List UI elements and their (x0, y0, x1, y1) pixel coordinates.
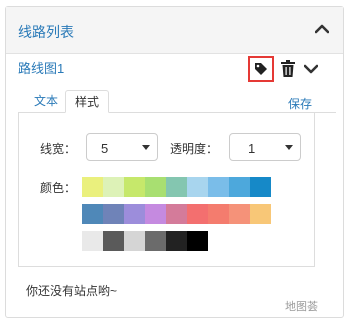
color-swatch[interactable] (124, 231, 145, 251)
color-swatch[interactable] (124, 204, 145, 224)
color-swatch[interactable] (145, 177, 166, 197)
color-swatch[interactable] (145, 204, 166, 224)
tab-style[interactable]: 样式 (65, 90, 109, 113)
color-swatch-row-3 (82, 231, 208, 251)
caret-down-icon (285, 145, 293, 150)
caret-down-icon (142, 145, 150, 150)
chevron-down-icon[interactable] (304, 63, 318, 75)
color-swatch[interactable] (166, 204, 187, 224)
color-swatch[interactable] (229, 177, 250, 197)
color-swatch[interactable] (82, 177, 103, 197)
color-swatch[interactable] (145, 231, 166, 251)
panel-title: 线路列表 (18, 24, 74, 40)
color-swatch[interactable] (166, 231, 187, 251)
color-swatch[interactable] (187, 177, 208, 197)
color-swatch[interactable] (229, 204, 250, 224)
color-swatch[interactable] (103, 177, 124, 197)
tag-button[interactable] (248, 56, 274, 82)
color-swatch[interactable] (166, 177, 187, 197)
opacity-value: 1 (248, 141, 256, 156)
color-swatch[interactable] (208, 204, 229, 224)
color-swatch[interactable] (187, 204, 208, 224)
color-swatch[interactable] (124, 177, 145, 197)
color-swatch-row-2 (82, 204, 271, 224)
watermark-text: 地图荟 (285, 301, 318, 313)
route-name[interactable]: 路线图1 (18, 58, 64, 77)
empty-stations-message: 你还没有站点哟~ (26, 284, 118, 298)
chevron-up-icon[interactable] (315, 23, 329, 35)
line-width-value: 5 (101, 141, 109, 156)
opacity-select[interactable]: 1 (229, 133, 301, 161)
tab-text[interactable]: 文本 (28, 90, 64, 113)
line-width-label: 线宽： (40, 142, 77, 156)
save-link[interactable]: 保存 (288, 95, 312, 112)
color-swatch[interactable] (82, 204, 103, 224)
color-swatch[interactable] (103, 231, 124, 251)
line-width-select[interactable]: 5 (86, 133, 158, 161)
color-swatch[interactable] (250, 177, 271, 197)
trash-icon[interactable] (280, 60, 296, 78)
color-swatch[interactable] (187, 231, 208, 251)
color-swatch[interactable] (103, 204, 124, 224)
tag-icon (255, 63, 267, 75)
color-swatch[interactable] (82, 231, 103, 251)
color-swatch[interactable] (208, 177, 229, 197)
panel-header: 线路列表 (6, 7, 343, 54)
opacity-label: 透明度： (170, 142, 219, 156)
color-swatch[interactable] (250, 204, 271, 224)
color-swatch-row-1 (82, 177, 271, 197)
color-label: 颜色： (40, 181, 77, 195)
